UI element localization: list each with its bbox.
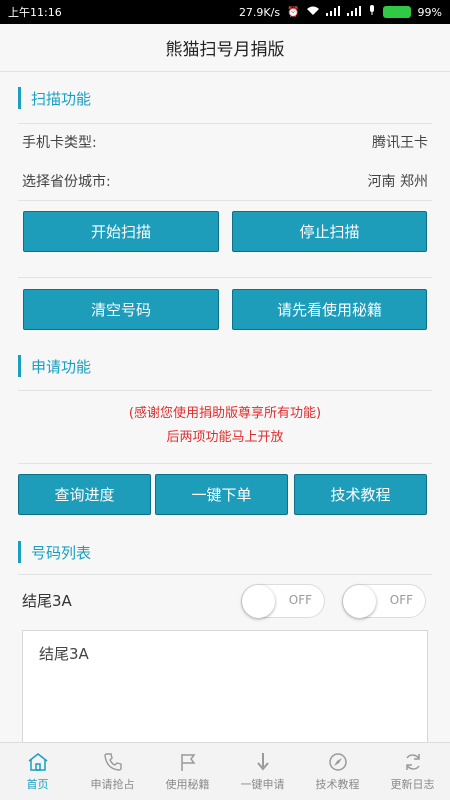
tab-secrets[interactable]: 使用秘籍 xyxy=(150,743,225,800)
section-accent-bar xyxy=(18,355,21,377)
tutorial-button[interactable]: 技术教程 xyxy=(294,474,427,515)
apply-section-title: 申请功能 xyxy=(31,357,92,376)
arrow-down-icon xyxy=(251,751,275,773)
read-secrets-button[interactable]: 请先看使用秘籍 xyxy=(232,289,427,330)
tab-label: 技术教程 xyxy=(315,778,360,791)
section-accent-bar xyxy=(18,541,21,563)
toggle-state: OFF xyxy=(389,593,413,607)
one-click-order-button[interactable]: 一键下单 xyxy=(155,474,288,515)
signal-2-icon xyxy=(346,5,361,19)
tab-label: 首页 xyxy=(26,778,49,791)
wifi-icon xyxy=(306,6,319,19)
card-type-row[interactable]: 手机卡类型: 腾讯王卡 xyxy=(22,127,428,157)
divider xyxy=(18,390,432,391)
query-progress-button[interactable]: 查询进度 xyxy=(18,474,151,515)
refresh-icon xyxy=(401,751,425,773)
stop-scan-button[interactable]: 停止扫描 xyxy=(232,211,427,252)
filter-toggle-1[interactable]: OFF xyxy=(241,584,325,618)
numbers-textarea[interactable]: 结尾3A xyxy=(22,630,428,760)
donation-notice-line2: 后两项功能马上开放 xyxy=(166,430,284,445)
tab-label: 更新日志 xyxy=(390,778,435,791)
divider xyxy=(18,123,432,124)
compass-icon xyxy=(326,751,350,773)
filter-toggle-2[interactable]: OFF xyxy=(342,584,426,618)
divider xyxy=(18,574,432,575)
status-time: 上午11:16 xyxy=(8,6,62,19)
toggle-knob xyxy=(242,585,275,618)
card-type-label: 手机卡类型: xyxy=(22,135,97,151)
alarm-icon: ⏰ xyxy=(287,6,300,18)
scan-section-header: 扫描功能 xyxy=(0,80,450,116)
toggle-knob xyxy=(343,585,376,618)
start-scan-button[interactable]: 开始扫描 xyxy=(23,211,219,252)
donation-notice-line1: (感谢您使用捐助版尊享所有功能) xyxy=(128,406,322,421)
app-title-bar: 熊猫扫号月捐版 xyxy=(0,24,450,72)
flag-icon xyxy=(176,751,200,773)
tab-label: 一键申请 xyxy=(240,778,285,791)
divider xyxy=(18,463,432,464)
numbers-section-header: 号码列表 xyxy=(0,534,450,570)
tab-one-click-apply[interactable]: 一键申请 xyxy=(225,743,300,800)
tab-apply-grab[interactable]: 申请抢占 xyxy=(75,743,150,800)
divider xyxy=(18,277,432,278)
app-title: 熊猫扫号月捐版 xyxy=(165,40,285,60)
tab-label: 使用秘籍 xyxy=(165,778,210,791)
battery-icon xyxy=(382,6,411,18)
toggle-state: OFF xyxy=(288,593,312,607)
network-speed: 27.9K/s xyxy=(238,5,281,19)
city-label: 选择省份城市: xyxy=(22,174,111,190)
battery-level: 99% xyxy=(417,5,442,19)
card-type-value[interactable]: 腾讯王卡 xyxy=(372,132,428,152)
divider xyxy=(18,200,432,201)
phone-icon xyxy=(101,751,125,773)
filter-label: 结尾3A xyxy=(22,592,72,610)
signal-icon xyxy=(325,5,340,19)
section-accent-bar xyxy=(18,87,21,109)
home-icon xyxy=(26,751,50,773)
apply-section-header: 申请功能 xyxy=(0,348,450,384)
tab-changelog[interactable]: 更新日志 xyxy=(375,743,450,800)
scan-section-title: 扫描功能 xyxy=(31,89,92,108)
status-bar: 上午11:16 27.9K/s ⏰ 99% xyxy=(0,0,450,24)
tab-home[interactable]: 首页 xyxy=(0,743,75,800)
clear-numbers-button[interactable]: 清空号码 xyxy=(23,289,219,330)
tab-tutorial[interactable]: 技术教程 xyxy=(300,743,375,800)
tab-label: 申请抢占 xyxy=(90,778,135,791)
city-value[interactable]: 河南 郑州 xyxy=(368,171,428,191)
mic-icon xyxy=(368,5,376,19)
bottom-tab-bar: 首页 申请抢占 使用秘籍 一键申请 技术教程 更新日志 xyxy=(0,742,450,800)
city-row[interactable]: 选择省份城市: 河南 郑州 xyxy=(22,166,428,196)
numbers-section-title: 号码列表 xyxy=(31,543,92,562)
